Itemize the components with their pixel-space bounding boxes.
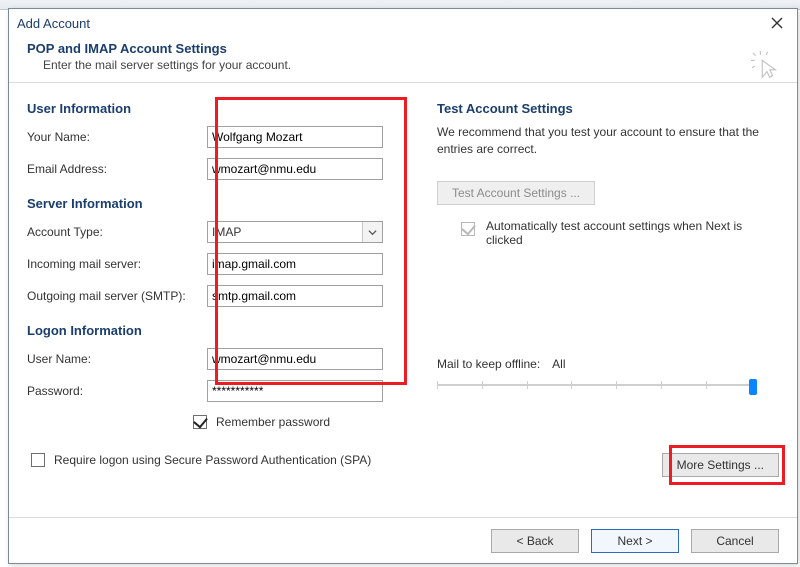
- mail-keep-offline-label: Mail to keep offline:: [437, 357, 540, 371]
- dialog-subheading: Enter the mail server settings for your …: [27, 58, 779, 72]
- cancel-button[interactable]: Cancel: [691, 529, 779, 553]
- next-button[interactable]: Next >: [591, 529, 679, 553]
- incoming-server-input[interactable]: [207, 253, 383, 275]
- left-column: User Information Your Name: Email Addres…: [27, 97, 407, 470]
- password-input[interactable]: [207, 380, 383, 402]
- remember-password-label: Remember password: [216, 415, 330, 429]
- password-label: Password:: [27, 384, 207, 398]
- outgoing-server-label: Outgoing mail server (SMTP):: [27, 289, 207, 303]
- close-button[interactable]: [763, 13, 791, 33]
- add-account-dialog: Add Account POP and IMAP Account Setting…: [8, 8, 798, 564]
- email-address-label: Email Address:: [27, 162, 207, 176]
- dialog-footer: < Back Next > Cancel: [9, 517, 797, 563]
- section-test-account: Test Account Settings: [437, 101, 779, 116]
- auto-test-label: Automatically test account settings when…: [486, 219, 746, 247]
- user-name-label: User Name:: [27, 352, 207, 366]
- more-settings-button[interactable]: More Settings ...: [662, 453, 779, 477]
- mail-keep-offline-value: All: [552, 357, 565, 371]
- user-name-input[interactable]: [207, 348, 383, 370]
- account-type-label: Account Type:: [27, 225, 207, 239]
- dialog-title: Add Account: [17, 16, 90, 31]
- account-type-select[interactable]: IMAP: [207, 221, 383, 243]
- mail-keep-offline-slider[interactable]: [437, 377, 757, 393]
- auto-test-checkbox[interactable]: [461, 222, 475, 236]
- cursor-icon: [751, 51, 781, 84]
- test-account-settings-button[interactable]: Test Account Settings ...: [437, 181, 595, 205]
- spa-label: Require logon using Secure Password Auth…: [54, 453, 371, 467]
- section-user-information: User Information: [27, 101, 407, 116]
- dialog-header: POP and IMAP Account Settings Enter the …: [9, 37, 797, 82]
- slider-thumb[interactable]: [749, 379, 757, 395]
- slider-ticks: [437, 381, 757, 389]
- titlebar: Add Account: [9, 9, 797, 37]
- your-name-input[interactable]: [207, 126, 383, 148]
- section-logon-information: Logon Information: [27, 323, 407, 338]
- section-server-information: Server Information: [27, 196, 407, 211]
- account-type-dropdown-button[interactable]: [362, 222, 382, 242]
- dialog-heading: POP and IMAP Account Settings: [27, 41, 779, 56]
- incoming-server-label: Incoming mail server:: [27, 257, 207, 271]
- chevron-down-icon: [368, 228, 377, 237]
- back-button[interactable]: < Back: [491, 529, 579, 553]
- your-name-label: Your Name:: [27, 130, 207, 144]
- email-address-input[interactable]: [207, 158, 383, 180]
- test-account-description: We recommend that you test your account …: [437, 124, 779, 159]
- account-type-value: IMAP: [212, 225, 241, 239]
- close-icon: [771, 17, 783, 29]
- outgoing-server-input[interactable]: [207, 285, 383, 307]
- right-column: Test Account Settings We recommend that …: [437, 97, 779, 470]
- remember-password-checkbox[interactable]: [193, 415, 207, 429]
- spa-checkbox[interactable]: [31, 453, 45, 467]
